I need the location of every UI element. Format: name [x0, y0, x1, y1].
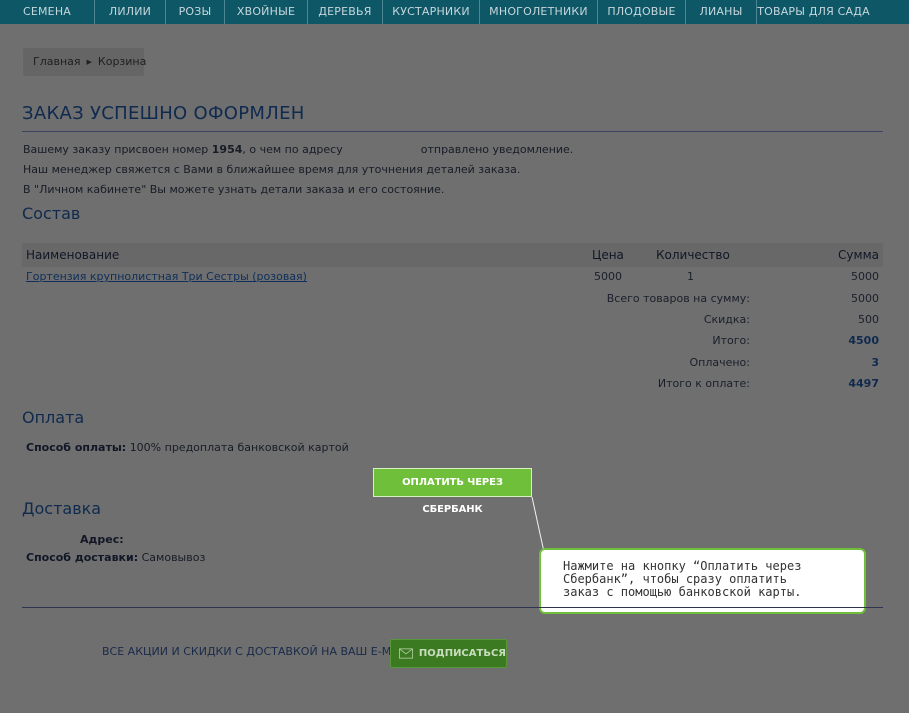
hint-line3: заказ с помощью банковской карты. [563, 585, 802, 599]
subscribe-button[interactable]: ПОДПИСАТЬСЯ [390, 639, 507, 668]
promo-text: ВСЕ АКЦИИ И СКИДКИ С ДОСТАВКОЙ НА ВАШ E-… [102, 645, 409, 658]
hint-callout: Нажмите на кнопку “Оплатить через Сберба… [539, 548, 866, 614]
subscribe-label: ПОДПИСАТЬСЯ [418, 648, 506, 659]
mail-icon [399, 648, 413, 659]
footer-divider [22, 607, 883, 608]
